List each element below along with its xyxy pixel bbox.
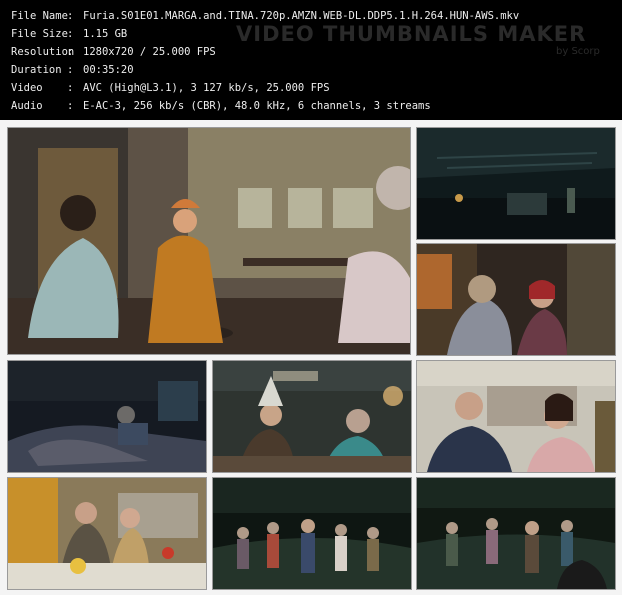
info-row-duration: Duration:00:35:20	[11, 64, 134, 76]
thumbnail-row3-2	[212, 477, 412, 590]
info-label: Audio	[11, 100, 43, 112]
video-value: AVC (High@L3.1), 3 127 kb/s, 25.000 FPS	[83, 82, 330, 94]
scene-bedroom-night	[8, 361, 206, 472]
scene-room-woman-orange	[8, 128, 410, 354]
info-label: Video	[11, 82, 43, 94]
thumbnail-large	[7, 127, 411, 355]
info-row-audio: Audio: E-AC-3, 256 kb/s (CBR), 48.0 kHz, …	[11, 100, 431, 112]
file-name-value: Furia.S01E01.MARGA.and.TINA.720p.AMZN.WE…	[83, 10, 520, 22]
info-row-resolution: Resolution: 1280x720 / 25.000 FPS	[11, 46, 216, 58]
audio-value: E-AC-3, 256 kb/s (CBR), 48.0 kHz, 6 chan…	[83, 100, 431, 112]
info-row-file-size: File Size: 1.15 GB	[11, 28, 128, 40]
scene-party-buffet	[8, 478, 206, 589]
scene-couple-at-desk	[213, 361, 411, 472]
info-row-video: Video: AVC (High@L3.1), 3 127 kb/s, 25.00…	[11, 82, 330, 94]
scene-night-dance-crowd	[213, 478, 411, 589]
thumbnail-row2-1	[7, 360, 207, 473]
scene-two-women-talking	[417, 244, 615, 355]
thumbnail-right-1	[416, 127, 616, 240]
thumbnail-row2-3	[416, 360, 616, 473]
watermark-title: VIDEO THUMBNAILS MAKER	[236, 22, 587, 46]
resolution-value: 1280x720 / 25.000 FPS	[83, 46, 216, 58]
thumbnail-row3-1	[7, 477, 207, 590]
scene-dark-hall	[417, 128, 615, 239]
info-label: File Name	[11, 10, 68, 22]
scene-kitchen-couple	[417, 361, 615, 472]
thumbnail-row2-2	[212, 360, 412, 473]
info-label: File Size	[11, 28, 68, 40]
info-label: Duration	[11, 64, 62, 76]
duration-value: 00:35:20	[83, 64, 134, 76]
file-size-value: 1.15 GB	[83, 28, 128, 40]
thumbnail-right-2	[416, 243, 616, 356]
thumbnail-row3-3	[416, 477, 616, 590]
info-label: Resolution	[11, 46, 75, 58]
scene-night-dance-crowd-2	[417, 478, 615, 589]
watermark-subtitle: by Scorp	[556, 46, 600, 57]
info-header: File Name: Furia.S01E01.MARGA.and.TINA.72…	[0, 0, 622, 120]
